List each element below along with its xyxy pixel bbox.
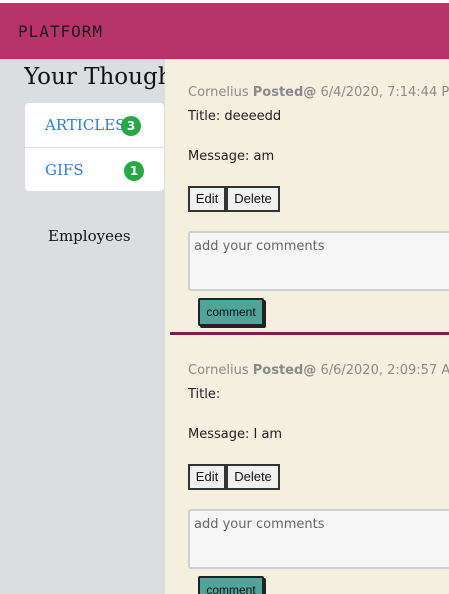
- articles-count-badge: 3: [121, 116, 141, 136]
- brand-logo[interactable]: PLATFORM: [18, 22, 103, 41]
- post-meta: Cornelius Posted@ 6/4/2020, 7:14:44 PM: [188, 85, 449, 100]
- delete-button[interactable]: Delete: [226, 464, 280, 490]
- delete-button[interactable]: Delete: [226, 186, 280, 212]
- comment-button[interactable]: comment: [198, 298, 264, 326]
- comment-input[interactable]: [188, 231, 449, 291]
- employees-link[interactable]: Employees: [48, 227, 131, 245]
- posted-label: Posted@: [252, 85, 317, 100]
- post-timestamp: 6/4/2020, 7:14:44 PM: [320, 85, 449, 100]
- post-timestamp: 6/6/2020, 2:09:57 AM: [320, 363, 449, 378]
- posts-feed: Cornelius Posted@ 6/4/2020, 7:14:44 PM T…: [165, 59, 449, 594]
- post-author: Cornelius: [188, 363, 249, 378]
- sidebar-item-articles[interactable]: ARTICLES 3: [25, 103, 164, 147]
- post-message: Message: am: [188, 149, 275, 164]
- edit-button[interactable]: Edit: [188, 186, 226, 212]
- post-author: Cornelius: [188, 85, 249, 100]
- post-message: Message: I am: [188, 427, 283, 442]
- comment-button[interactable]: comment: [198, 576, 264, 594]
- sidebar-item-gifs[interactable]: GIFS 1: [25, 147, 164, 191]
- top-navbar: PLATFORM: [0, 0, 449, 59]
- post-title: Title:: [188, 387, 221, 402]
- posted-label: Posted@: [252, 363, 317, 378]
- sidebar-item-label[interactable]: GIFS: [45, 161, 84, 179]
- sidebar: Your Thoughts ARTICLES 3 GIFS 1 Employee…: [0, 59, 165, 594]
- post-title: Title: deeeedd: [188, 109, 282, 124]
- edit-button[interactable]: Edit: [188, 464, 226, 490]
- sidebar-nav: ARTICLES 3 GIFS 1: [25, 103, 164, 191]
- sidebar-item-label[interactable]: ARTICLES: [45, 116, 125, 134]
- comment-input[interactable]: [188, 509, 449, 569]
- sidebar-title: Your Thoughts: [24, 64, 165, 90]
- post-meta: Cornelius Posted@ 6/6/2020, 2:09:57 AM: [188, 363, 449, 378]
- gifs-count-badge: 1: [124, 161, 144, 181]
- post-divider: [170, 332, 449, 335]
